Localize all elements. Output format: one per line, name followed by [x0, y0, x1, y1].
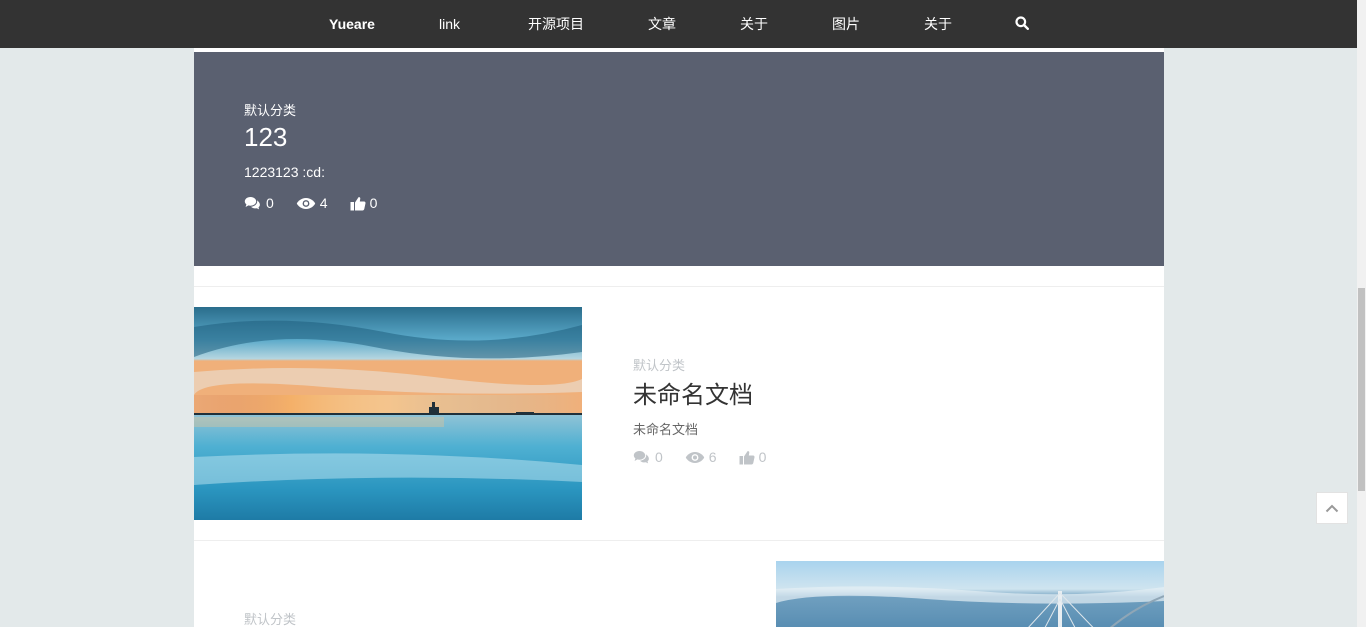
nav-item-yueare[interactable]: Yueare	[329, 0, 375, 48]
back-to-top-button[interactable]	[1316, 492, 1348, 524]
nav-item-open-source[interactable]: 开源项目	[528, 0, 584, 48]
post-category[interactable]: 默认分类	[244, 609, 296, 627]
chevron-up-icon	[1325, 504, 1339, 512]
post-meta: 0 6 0	[633, 449, 788, 465]
comment-count: 0	[244, 195, 274, 211]
comment-count: 0	[633, 449, 663, 465]
nav-item-about[interactable]: 关于	[740, 0, 768, 48]
thumbs-up-icon	[739, 450, 755, 464]
nav-item-about-2[interactable]: 关于	[924, 0, 952, 48]
post-thumbnail[interactable]	[194, 307, 582, 520]
scrollbar[interactable]	[1357, 0, 1366, 627]
like-count[interactable]: 0	[350, 195, 377, 211]
top-navbar: Yueare link 开源项目 文章 关于 图片 关于	[0, 0, 1357, 48]
bridge-thumbnail	[776, 561, 1164, 627]
featured-post[interactable]: 默认分类 123 1223123 :cd: 0 4 0	[194, 52, 1164, 266]
seascape-thumbnail	[194, 307, 582, 520]
post-thumbnail[interactable]	[776, 561, 1164, 627]
post-category[interactable]: 默认分类	[244, 100, 296, 119]
post-title[interactable]: 123	[244, 122, 287, 153]
post-excerpt: 1223123 :cd:	[244, 164, 325, 180]
comments-icon	[244, 197, 260, 210]
nav-item-link[interactable]: link	[439, 0, 460, 48]
search-icon[interactable]	[1015, 16, 1031, 32]
comments-icon	[633, 451, 649, 464]
post-excerpt: 未命名文档	[633, 422, 699, 437]
post-meta: 0 4 0	[244, 195, 399, 211]
post-category[interactable]: 默认分类	[633, 355, 685, 374]
nav-item-articles[interactable]: 文章	[648, 0, 676, 48]
eye-icon	[296, 197, 315, 209]
scrollbar-thumb[interactable]	[1358, 288, 1365, 491]
post-title[interactable]: 未命名文档	[633, 375, 753, 410]
main-container: 默认分类 123 1223123 :cd: 0 4 0 默认分类 未命名文档 未…	[194, 48, 1164, 627]
thumbs-up-icon	[350, 196, 366, 210]
divider	[194, 286, 1164, 287]
like-count[interactable]: 0	[739, 449, 766, 465]
nav-item-images[interactable]: 图片	[832, 0, 860, 48]
view-count: 4	[296, 195, 328, 211]
view-count: 6	[685, 449, 717, 465]
eye-icon	[685, 451, 704, 463]
divider	[194, 540, 1164, 541]
